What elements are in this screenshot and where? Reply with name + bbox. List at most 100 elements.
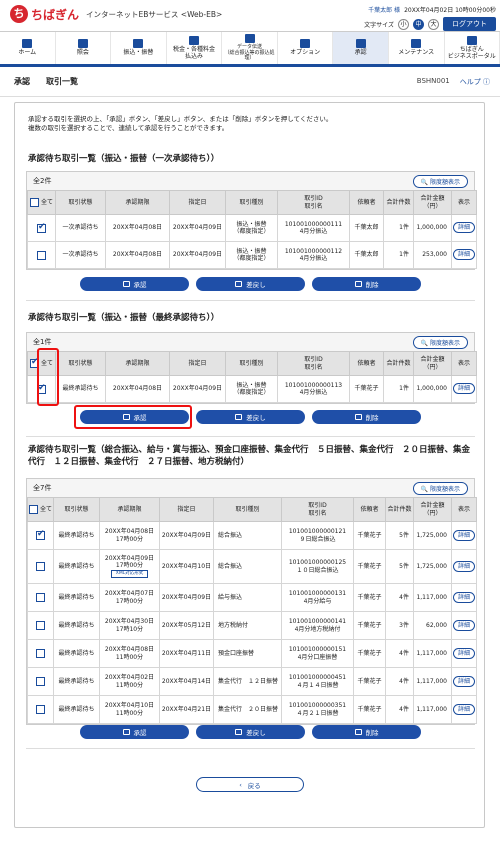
- row-checkbox[interactable]: [36, 562, 45, 571]
- row-count: 全7件: [33, 484, 52, 492]
- row-checkbox[interactable]: [36, 705, 45, 714]
- approve-button[interactable]: 承認: [80, 277, 189, 291]
- section1-actions: 承認 差戻し 削除: [15, 277, 486, 291]
- cell-type: 総合振込: [213, 549, 282, 584]
- detail-button[interactable]: 詳細: [453, 222, 476, 234]
- logo-text: ちばぎん: [31, 7, 80, 22]
- cell-amount: 62,000: [413, 611, 452, 640]
- instructions: 承認する取引を選択の上、「承認」ボタン、「差戻し」ボタン、または「削除」ボタンを…: [28, 115, 333, 133]
- cell-id: 101001000000121 ９日総合振込: [281, 521, 354, 550]
- nav-label: 承認: [354, 49, 367, 57]
- detail-button[interactable]: 詳細: [453, 675, 476, 687]
- cell-id: 101001000000351 ４月２１日振替: [281, 695, 354, 724]
- font-large-button[interactable]: 大: [428, 18, 439, 30]
- nav-business-portal[interactable]: ちばぎん ビジネスポータル: [445, 32, 500, 64]
- return-button[interactable]: 差戻し: [196, 410, 305, 424]
- detail-button[interactable]: 詳細: [453, 591, 476, 603]
- cell-id: 101001000000113 4月分振込: [277, 375, 350, 403]
- select-all-cell[interactable]: 全て: [27, 497, 54, 522]
- delete-button[interactable]: 削除: [312, 725, 421, 739]
- nav-label: データ伝送 （総合振込等の振込処理）: [224, 43, 275, 62]
- cell-count: 5件: [385, 521, 414, 550]
- pending-bulk-section: 全7件 🔍 限度額表示 全て 取引状態 承認期限 指定日 取引種別 取引ID 取…: [26, 478, 477, 725]
- delete-label: 削除: [365, 729, 379, 737]
- col-status: 取引状態: [53, 497, 100, 522]
- cell-amount: 1,000,000: [413, 214, 452, 242]
- col-amount: 合計金額 （円）: [413, 497, 452, 522]
- nav-approval[interactable]: 承認: [333, 32, 389, 64]
- cell-requester: 千葉太郎: [349, 214, 384, 242]
- nav-inquiry[interactable]: 照会: [56, 32, 112, 64]
- row-checkbox[interactable]: [36, 677, 45, 686]
- nav-transfer[interactable]: 振込・振替: [111, 32, 167, 64]
- font-medium-button[interactable]: 中: [413, 18, 424, 30]
- row-checkbox[interactable]: [36, 593, 45, 602]
- table-row: 最終承認待ち 20XX年04月08日 17時00分 20XX年04月09日 総合…: [27, 521, 477, 550]
- detail-button[interactable]: 詳細: [453, 703, 476, 715]
- return-button[interactable]: 差戻し: [196, 725, 305, 739]
- logout-button[interactable]: ログアウト: [443, 17, 496, 31]
- option-icon: [300, 39, 311, 49]
- nav-tax[interactable]: 税金・各種料金 払込み: [167, 32, 223, 64]
- cell-specified: 20XX年04月10日: [159, 549, 214, 584]
- pending-bulk-table: 全て 取引状態 承認期限 指定日 取引種別 取引ID 取引名 依頼者 合計件数 …: [27, 497, 477, 724]
- col-date: 承認期限: [105, 190, 170, 215]
- limit-display-button[interactable]: 🔍 限度額表示: [412, 335, 468, 349]
- limit-display-button[interactable]: 🔍 限度額表示: [412, 481, 468, 495]
- nav-data-transfer[interactable]: データ伝送 （総合振込等の振込処理）: [222, 32, 278, 64]
- approve-label: 承認: [133, 281, 147, 289]
- cell-count: 3件: [385, 611, 414, 640]
- approve-button[interactable]: 承認: [80, 725, 189, 739]
- select-all-cell[interactable]: 全て: [27, 190, 56, 215]
- back-button[interactable]: ‹ 戻る: [196, 777, 304, 792]
- bank-logo[interactable]: ち ちばぎん インターネットEBサービス <Web-EB>: [10, 5, 222, 23]
- return-button[interactable]: 差戻し: [196, 277, 305, 291]
- cell-specified: 20XX年04月21日: [159, 695, 214, 724]
- row-checkbox[interactable]: [36, 529, 45, 540]
- table-header: 全て 取引状態 承認期限 指定日 取引種別 取引ID 取引名 依頼者 合計件数 …: [27, 497, 477, 522]
- nav-option[interactable]: オプション: [278, 32, 334, 64]
- delete-button[interactable]: 削除: [312, 277, 421, 291]
- help-link[interactable]: ヘルプ ⓘ: [460, 77, 490, 87]
- limit-display-label: 限度額表示: [429, 178, 460, 186]
- table-row: 最終承認待ち 20XX年04月30日 17時10分 20XX年05月12日 地方…: [27, 611, 477, 640]
- delete-button[interactable]: 削除: [312, 410, 421, 424]
- detail-button[interactable]: 詳細: [453, 619, 476, 631]
- cell-requester: 千葉花子: [353, 695, 386, 724]
- page-category: 承認: [14, 77, 30, 86]
- row-checkbox[interactable]: [36, 649, 45, 658]
- cell-type: 振込・振替 （都度指定）: [225, 241, 278, 269]
- font-small-button[interactable]: 小: [398, 18, 409, 30]
- cell-count: 4件: [385, 583, 414, 612]
- col-all: 全て: [40, 199, 53, 206]
- nav-maintenance[interactable]: メンテナンス: [389, 32, 445, 64]
- row-checkbox[interactable]: [37, 250, 46, 260]
- cell-count: 1件: [383, 214, 414, 242]
- nav-home[interactable]: ホーム: [0, 32, 56, 64]
- detail-button[interactable]: 詳細: [453, 383, 476, 395]
- col-count: 合計件数: [385, 497, 414, 522]
- col-status: 取引状態: [55, 190, 106, 215]
- detail-button[interactable]: 詳細: [453, 647, 476, 659]
- select-all-checkbox[interactable]: [30, 198, 40, 207]
- row-checkbox[interactable]: [37, 222, 46, 233]
- tax-icon: [188, 35, 199, 45]
- cell-count: 4件: [385, 639, 414, 668]
- limit-display-button[interactable]: 🔍 限度額表示: [412, 174, 468, 188]
- section-title: 承認待ち取引一覧（振込・振替（最終承認待ち））: [28, 313, 220, 323]
- cell-requester: 千葉花子: [353, 639, 386, 668]
- return-icon: [235, 729, 243, 735]
- user-name[interactable]: 千葉太郎 様: [368, 5, 400, 14]
- cell-count: 4件: [385, 695, 414, 724]
- detail-button[interactable]: 詳細: [453, 249, 476, 261]
- col-date: 承認期限: [105, 351, 170, 376]
- row-checkbox[interactable]: [36, 621, 45, 630]
- select-all-checkbox[interactable]: [29, 505, 39, 514]
- col-requester: 依頼者: [349, 351, 384, 376]
- cell-id: 101001000000131 4月分給与: [281, 583, 354, 612]
- table-row: 最終承認待ち 20XX年04月09日 17時00分 XML対応形式 20XX年04…: [27, 549, 477, 584]
- return-label: 差戻し: [246, 281, 266, 289]
- section3-actions: 承認 差戻し 削除: [15, 725, 486, 739]
- detail-button[interactable]: 詳細: [453, 560, 476, 572]
- detail-button[interactable]: 詳細: [453, 529, 476, 541]
